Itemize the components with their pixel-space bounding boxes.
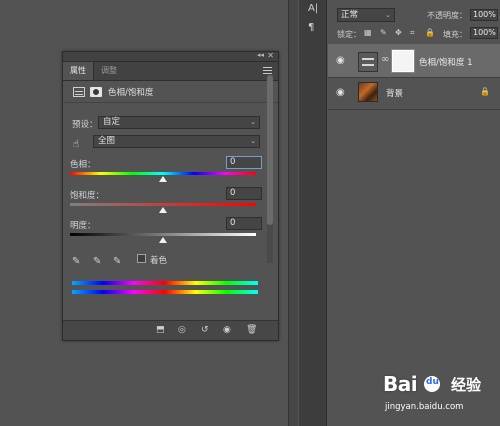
opacity-label: 不透明度： [427,11,467,20]
mask-icon[interactable] [90,86,102,97]
clip-to-layer-icon[interactable]: ⬒ [156,325,165,335]
artboard-icon[interactable]: ⌗ [410,28,415,38]
lock-image-icon[interactable]: ✎ [380,28,387,37]
preset-label: 预设： [72,120,98,130]
chevron-down-icon: ⌄ [250,137,256,145]
lock-label: 锁定： [337,30,361,39]
layer-name[interactable]: 背景 [386,87,403,99]
lightness-input[interactable]: 0 [226,217,262,230]
layer-row-background[interactable]: ◉ 背景 🔒 [328,76,500,110]
lock-all-icon[interactable]: 🔒 [425,28,435,37]
eyedropper-plus-icon[interactable]: ✎ [93,256,101,267]
range-value: 全图 [98,136,116,146]
eye-icon[interactable]: ◉ [336,55,345,66]
eyedropper-minus-icon[interactable]: ✎ [113,256,121,267]
targeted-adjustment-hand-icon[interactable]: ☝ [73,139,79,150]
collapsed-panels-strip: A| ¶ [299,0,327,426]
collapse-icon[interactable]: ◂◂ [257,51,264,59]
layer-name[interactable]: 色相/饱和度 1 [419,56,472,68]
hue-input[interactable]: 0 [226,156,262,169]
eye-icon[interactable]: ◉ [336,87,345,98]
panel-tabbar: 属性 调整 [63,62,278,81]
lightness-slider[interactable] [159,237,167,243]
background-thumbnail[interactable] [358,82,378,102]
blend-mode-dropdown[interactable]: 正常 ⌄ [337,8,395,22]
layer-mask-thumbnail[interactable] [391,49,415,73]
saturation-input[interactable]: 0 [226,187,262,200]
preset-dropdown[interactable]: 自定 ⌄ [98,116,260,129]
fill-input[interactable]: 100% [470,27,498,39]
watermark-brand: Bai [383,372,418,396]
trash-icon[interactable]: 🗑 [246,325,257,335]
character-panel-icon[interactable]: A| [308,3,318,14]
chevron-down-icon: ⌄ [250,118,256,126]
output-spectrum-bar [72,290,258,294]
preset-value: 自定 [103,117,121,127]
adjustment-title: 色相/饱和度 [108,87,154,98]
fill-label: 填充： [443,30,467,39]
eyedropper-icon[interactable]: ✎ [72,256,80,267]
adjustment-icon[interactable] [73,86,85,97]
hue-slider[interactable] [159,176,167,182]
hue-label: 色相： [70,160,96,170]
tab-properties[interactable]: 属性 [63,62,94,80]
visibility-eye-icon[interactable]: ◉ [223,325,231,335]
paragraph-panel-icon[interactable]: ¶ [308,22,314,33]
colorize-checkbox[interactable] [137,254,146,263]
lightness-gradient-bar [70,233,256,236]
input-spectrum-bar [72,281,258,285]
baidu-paw-icon [424,376,440,392]
adjustment-header: 色相/饱和度 [63,81,278,103]
lightness-label: 明度： [70,221,96,231]
panel-title-bar[interactable]: ◂◂ ✕ [63,51,278,62]
layer-row-hue-saturation[interactable]: ◉ ∞ 色相/饱和度 1 [328,44,500,78]
dock-divider[interactable] [288,0,298,426]
reset-icon[interactable]: ↺ [201,325,209,335]
panel-bottom-toolbar: ⬒ ◎ ↺ ◉ 🗑 [63,320,278,340]
baidu-watermark: Bai 经验 jingyan.baidu.com [383,370,498,420]
colorize-label: 着色 [150,256,168,266]
lock-icon: 🔒 [480,87,490,96]
watermark-suffix: 经验 [451,376,482,394]
lock-position-icon[interactable]: ✥ [395,28,402,37]
saturation-gradient-bar [70,203,256,206]
saturation-label: 饱和度： [70,191,105,201]
chevron-down-icon: ⌄ [385,11,391,19]
lock-transparent-icon[interactable]: ▦ [364,28,372,37]
view-previous-icon[interactable]: ◎ [178,325,186,335]
adjustment-layer-thumbnail[interactable] [358,52,378,72]
blend-mode-value: 正常 [341,10,359,20]
opacity-input[interactable]: 100% [470,9,498,21]
link-icon[interactable]: ∞ [381,54,389,65]
hue-gradient-bar [70,172,256,175]
tab-adjustments[interactable]: 调整 [94,62,124,80]
scrollbar-thumb[interactable] [267,75,273,225]
saturation-slider[interactable] [159,207,167,213]
watermark-url: jingyan.baidu.com [385,402,464,412]
layers-panel: 正常 ⌄ 不透明度： 100% 锁定： ▦ ✎ ✥ ⌗ 🔒 填充： 100% ◉… [328,0,500,426]
range-dropdown[interactable]: 全图 ⌄ [93,135,260,148]
panel-scrollbar[interactable] [267,75,273,263]
close-icon[interactable]: ✕ [267,51,274,60]
